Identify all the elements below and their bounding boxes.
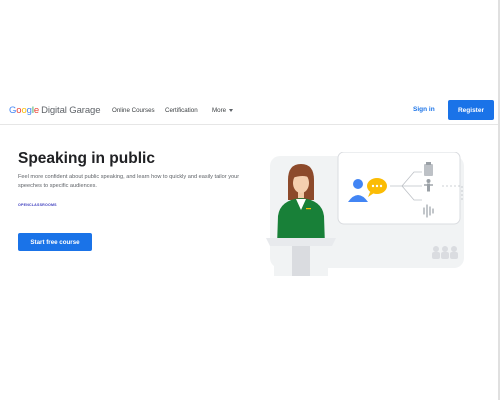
course-description: Feel more confident about public speakin…: [18, 174, 240, 189]
nav-online-courses[interactable]: Online Courses: [112, 107, 155, 114]
page: Google Digital Garage Online Courses Cert…: [0, 0, 500, 400]
audience-icon: [432, 246, 458, 259]
register-button[interactable]: Register: [448, 100, 494, 120]
nav-certification[interactable]: Certification: [165, 107, 198, 114]
logo-product-name: Digital Garage: [41, 105, 101, 116]
logo-letter: e: [33, 105, 40, 116]
sign-in-link[interactable]: Sign in: [413, 106, 435, 113]
chevron-down-icon: [229, 109, 234, 112]
podium: [266, 238, 336, 276]
course-title: Speaking in public: [18, 150, 155, 167]
speaker-illustration: [266, 152, 464, 276]
partner-logo: OPENCLASSROOMS: [18, 203, 57, 207]
google-digital-garage-logo[interactable]: Google Digital Garage: [9, 105, 100, 116]
clipboard-icon: [424, 162, 433, 176]
start-free-course-button[interactable]: Start free course: [18, 233, 92, 251]
nav-more-label: More: [212, 107, 227, 114]
top-navigation-bar: Google Digital Garage Online Courses Cert…: [0, 97, 498, 125]
nav-more-menu[interactable]: More: [212, 107, 234, 114]
